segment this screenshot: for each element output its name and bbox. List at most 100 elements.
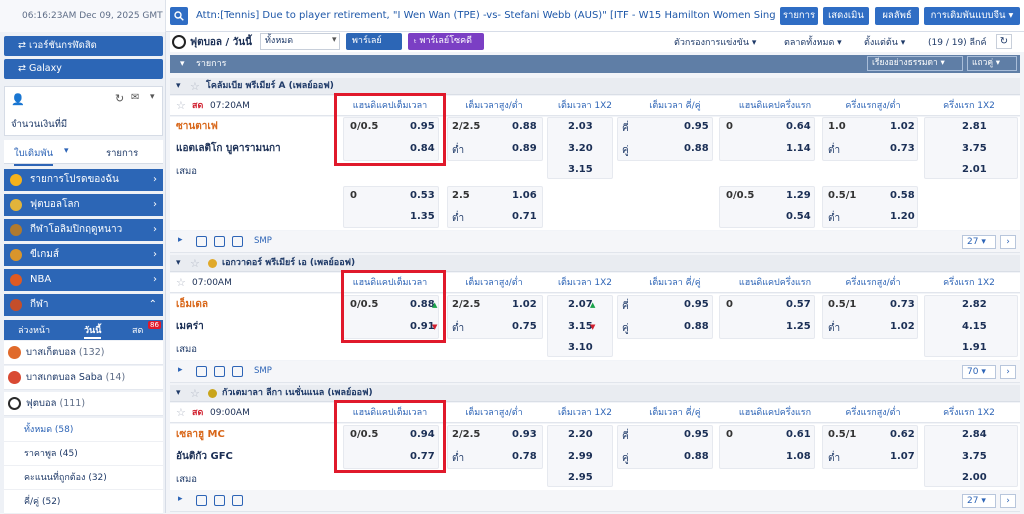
- odds-value[interactable]: 1.14: [786, 143, 811, 154]
- sort-time-select[interactable]: ตั้งแต่ต้น ▾: [864, 35, 905, 49]
- sidebar-item-favorites[interactable]: รายการโปรดของฉัน ›: [4, 169, 163, 191]
- odds-value[interactable]: 0.64: [786, 121, 811, 132]
- market-select[interactable]: ตลาดทั้งหมด ▾: [784, 35, 842, 49]
- odds-value[interactable]: 3.75: [962, 451, 987, 462]
- odds-value[interactable]: 0.88: [512, 121, 537, 132]
- sub-item-pool[interactable]: ราคาพูล (45): [4, 442, 163, 466]
- stats-icon[interactable]: [196, 236, 207, 247]
- odds-value[interactable]: 0.78: [512, 451, 537, 462]
- live-tracker-icon[interactable]: [232, 366, 243, 377]
- odds-value[interactable]: 0.95: [684, 299, 709, 310]
- more-markets-select[interactable]: 70 ▾: [962, 365, 996, 379]
- odds-value[interactable]: 2.01: [962, 164, 987, 175]
- odds-value[interactable]: 2.00: [962, 472, 987, 483]
- league-header[interactable]: ▾ ☆ กัวเตมาลา ลีกา เนชั่นแนล (เพลย์ออฟ): [170, 385, 1020, 402]
- odds-value[interactable]: 1.07: [890, 451, 915, 462]
- odds-value[interactable]: 2.84: [962, 429, 987, 440]
- tab-bet-list[interactable]: รายการ: [106, 146, 138, 161]
- odds-value[interactable]: 0.88: [684, 321, 709, 332]
- star-icon[interactable]: ☆: [176, 273, 186, 293]
- odds-value[interactable]: 0.89: [512, 143, 537, 154]
- odds-value[interactable]: 3.15: [568, 164, 593, 175]
- live-tracker-icon[interactable]: [232, 495, 243, 506]
- search-button[interactable]: [170, 7, 188, 25]
- odds-value[interactable]: 0.54: [786, 211, 811, 222]
- odds-value[interactable]: 1.91: [962, 342, 987, 353]
- star-icon[interactable]: ☆: [190, 255, 200, 272]
- sidebar-item-winter-olympics[interactable]: กีฬาโอลิมปิกฤดูหนาว ›: [4, 219, 163, 241]
- odds-value[interactable]: 0.95: [684, 429, 709, 440]
- more-markets-select[interactable]: 27 ▾: [962, 494, 996, 508]
- stats-icon[interactable]: [196, 366, 207, 377]
- smp-link[interactable]: SMP: [254, 236, 272, 246]
- chart-icon[interactable]: [214, 236, 225, 247]
- away-team[interactable]: อันติกัว GFC: [176, 449, 233, 464]
- home-team[interactable]: ซานตาเฟ: [176, 119, 218, 134]
- view-select[interactable]: แถวคู่ ▾: [967, 56, 1017, 71]
- tab-live[interactable]: สด: [132, 323, 143, 337]
- odds-value[interactable]: 0.73: [890, 299, 915, 310]
- expand-icon[interactable]: ▸: [178, 494, 183, 504]
- live-tracker-icon[interactable]: [232, 236, 243, 247]
- odds-value[interactable]: 0.93: [512, 429, 537, 440]
- away-team[interactable]: เมคร่า: [176, 319, 204, 334]
- refresh-icon[interactable]: ↻: [115, 92, 124, 105]
- parlay-sports-button[interactable]: ₜ พาร์เลย์โซคดี: [408, 33, 484, 50]
- away-team[interactable]: แอตเลติโก บูคารามนกา: [176, 141, 281, 156]
- tab-today[interactable]: วันนี้: [84, 323, 102, 339]
- results-button[interactable]: ผลลัพธ์: [875, 7, 919, 25]
- chart-icon[interactable]: [214, 366, 225, 377]
- odds-value[interactable]: 0.58: [890, 190, 915, 201]
- galaxy-switch-button[interactable]: ⇄ Galaxy: [4, 59, 163, 79]
- odds-value[interactable]: 2.82: [962, 299, 987, 310]
- odds-value[interactable]: 2.07: [568, 299, 593, 310]
- odds-value[interactable]: 2.99: [568, 451, 593, 462]
- odds-value[interactable]: 0.57: [786, 299, 811, 310]
- odds-value[interactable]: 1.02: [512, 299, 537, 310]
- odds-value[interactable]: 0.95: [684, 121, 709, 132]
- odds-value[interactable]: 0.62: [890, 429, 915, 440]
- rules-button[interactable]: รายการ: [780, 7, 818, 25]
- sidebar-item-nba[interactable]: NBA ›: [4, 269, 163, 291]
- chart-icon[interactable]: [214, 495, 225, 506]
- star-icon[interactable]: ☆: [176, 403, 186, 423]
- odds-value[interactable]: 1.02: [890, 121, 915, 132]
- next-button[interactable]: ›: [1000, 494, 1016, 508]
- home-team[interactable]: เอ็มเดล: [176, 297, 208, 312]
- expand-icon[interactable]: ▸: [178, 365, 183, 375]
- collapse-all-icon[interactable]: ▾: [180, 55, 185, 73]
- settled-button[interactable]: เสดงเมิน: [823, 7, 869, 25]
- odds-value[interactable]: 1.06: [512, 190, 537, 201]
- star-icon[interactable]: ☆: [190, 78, 200, 95]
- odds-value[interactable]: 0.88: [684, 143, 709, 154]
- odds-value[interactable]: 0.75: [512, 321, 537, 332]
- expand-icon[interactable]: ▸: [178, 235, 183, 245]
- tab-bet-slip[interactable]: ใบเดิมพัน: [14, 146, 54, 166]
- sport-item-basketball-saba[interactable]: บาสเกตบอล Saba (14): [4, 366, 163, 390]
- odds-value[interactable]: 1.02: [890, 321, 915, 332]
- league-header[interactable]: ▾ ☆ เอกวาดอร์ พรีเมียร์ เอ (เพลย์ออฟ): [170, 255, 1020, 272]
- sort-select[interactable]: เรียงอย่างธรรมดา ▾: [867, 56, 963, 71]
- stats-icon[interactable]: [196, 495, 207, 506]
- filter-select[interactable]: ทั้งหมด: [260, 33, 340, 50]
- odds-value[interactable]: 0.71: [512, 211, 537, 222]
- next-button[interactable]: ›: [1000, 235, 1016, 249]
- announcement-ticker[interactable]: Attn:[Tennis] Due to player retirement, …: [196, 0, 776, 32]
- league-header[interactable]: ▾ ☆ โคลัมเบีย พรีเมียร์ A (เพลย์ออฟ): [170, 78, 1020, 95]
- next-button[interactable]: ›: [1000, 365, 1016, 379]
- odds-value[interactable]: 3.10: [568, 342, 593, 353]
- more-markets-select[interactable]: 27 ▾: [962, 235, 996, 249]
- odds-value[interactable]: 3.75: [962, 143, 987, 154]
- bet-type-select[interactable]: การเดิมพันแบบจีน ▾: [924, 7, 1020, 25]
- tab-early[interactable]: ล่วงหน้า: [18, 323, 50, 337]
- odds-value[interactable]: 3.15: [568, 321, 593, 332]
- odds-value[interactable]: 4.15: [962, 321, 987, 332]
- smp-link[interactable]: SMP: [254, 366, 272, 376]
- star-icon[interactable]: ☆: [176, 96, 186, 116]
- refresh-button[interactable]: ↻: [996, 34, 1012, 49]
- sport-item-football[interactable]: ฟุตบอล (111): [4, 392, 163, 416]
- odds-value[interactable]: 3.20: [568, 143, 593, 154]
- version-switch-button[interactable]: ⇄ เวอร์ชันกรฬัดสิด: [4, 36, 163, 56]
- parlay-button[interactable]: พาร์เลย์: [346, 33, 402, 50]
- sidebar-item-sea-games[interactable]: ขีเกมส์ ›: [4, 244, 163, 266]
